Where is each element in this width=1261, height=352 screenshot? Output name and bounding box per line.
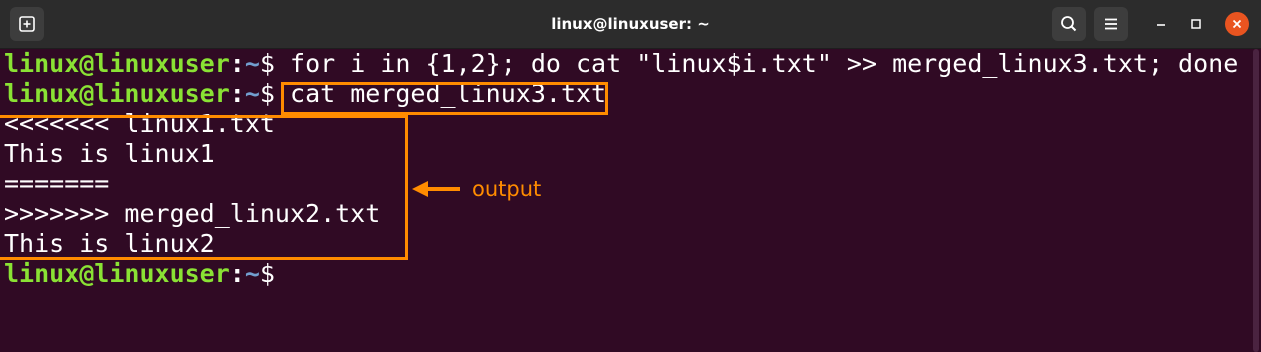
prompt-path: ~	[244, 259, 260, 288]
scrollbar[interactable]	[1251, 49, 1261, 352]
prompt-path: ~	[244, 79, 260, 108]
command-text: for i in {1,2}; do cat "linux$i.txt" >> …	[274, 49, 1239, 78]
terminal-line-prompt: linux@linuxuser:~$	[4, 259, 1250, 289]
arrow-left-icon	[412, 181, 460, 197]
minimize-icon	[1157, 24, 1165, 26]
new-tab-button[interactable]	[10, 7, 44, 41]
terminal-line-command2: linux@linuxuser:~$ cat merged_linux3.txt	[4, 79, 1250, 109]
maximize-button[interactable]	[1184, 12, 1208, 36]
close-button[interactable]	[1225, 12, 1249, 36]
title-bar[interactable]: linux@linuxuser: ~	[0, 0, 1261, 49]
menu-button[interactable]	[1094, 7, 1128, 41]
close-icon	[1232, 19, 1242, 29]
prompt-symbol: $	[259, 79, 275, 108]
prompt-path: ~	[244, 49, 260, 78]
search-button[interactable]	[1052, 7, 1086, 41]
prompt-separator: :	[229, 49, 245, 78]
prompt-user: linux@linuxuser	[4, 259, 230, 288]
prompt-symbol: $	[259, 49, 275, 78]
terminal-line-command1: linux@linuxuser:~$ for i in {1,2}; do ca…	[4, 49, 1250, 79]
output-highlight-box	[0, 115, 408, 260]
hamburger-menu-icon	[1105, 18, 1117, 30]
minimize-button[interactable]	[1149, 12, 1173, 36]
prompt-user: linux@linuxuser	[4, 49, 230, 78]
new-tab-icon	[19, 16, 35, 32]
output-annotation-label: output	[472, 177, 542, 201]
scrollbar-thumb[interactable]	[1253, 49, 1259, 352]
command-highlight-box	[281, 82, 608, 115]
prompt-separator: :	[229, 79, 245, 108]
prompt-user: linux@linuxuser	[4, 79, 230, 108]
maximize-icon	[1191, 19, 1201, 29]
search-icon	[1061, 16, 1077, 32]
prompt-separator: :	[229, 259, 245, 288]
terminal-window: linux@linuxuser: ~ linux@linuxuser:~$ fo…	[0, 0, 1261, 352]
prompt-symbol: $	[259, 259, 275, 288]
